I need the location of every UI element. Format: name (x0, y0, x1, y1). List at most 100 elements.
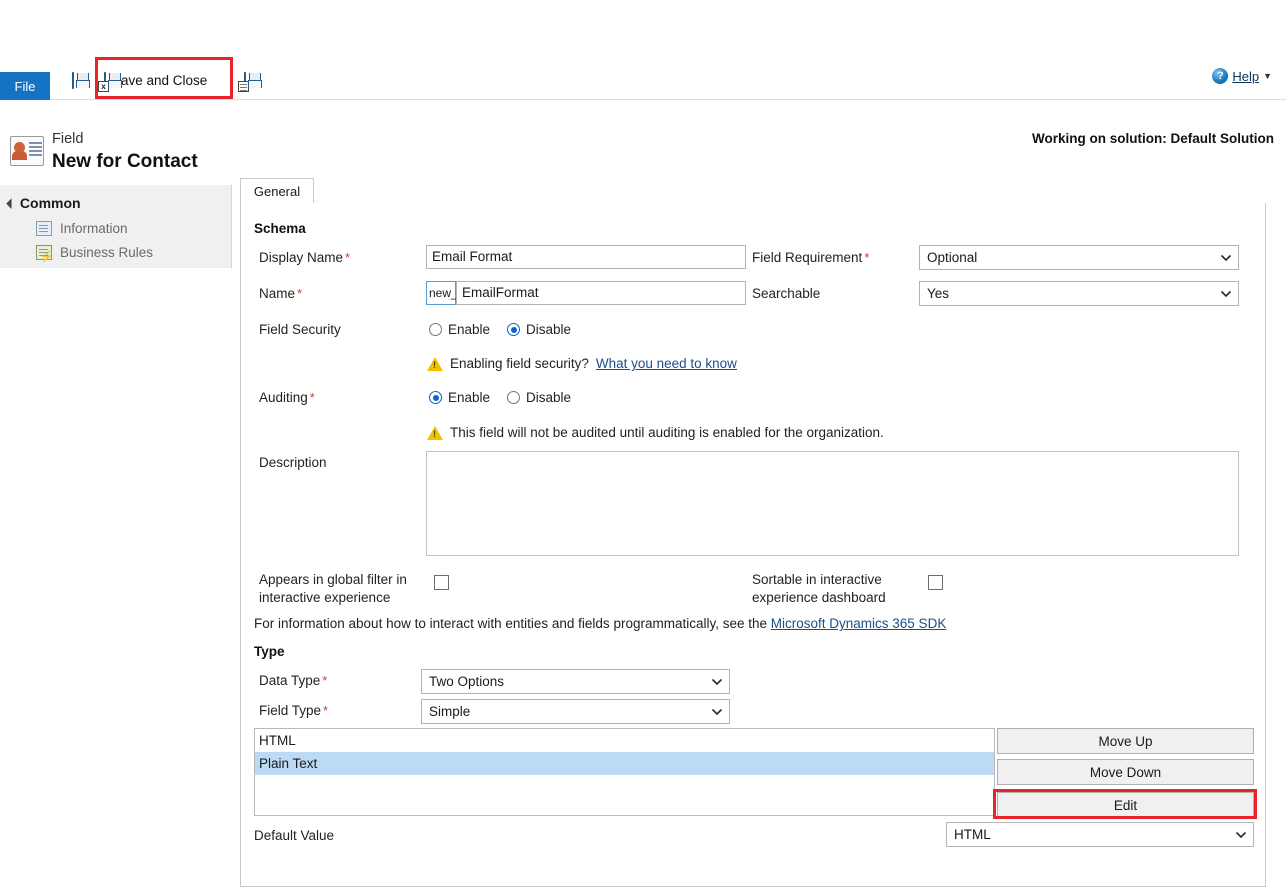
chevron-down-icon (711, 678, 723, 686)
tab-strip: General (240, 178, 1266, 204)
default-value-select[interactable]: HTML (946, 822, 1254, 847)
required-asterisk: * (323, 703, 329, 718)
field-security-warning: Enabling field security? What you need t… (427, 356, 737, 371)
ribbon-toolbar: File x Save and Close (0, 58, 1286, 100)
required-asterisk: * (309, 390, 315, 405)
auditing-enable-radio[interactable]: Enable (429, 390, 507, 405)
default-value-label: Default Value (254, 828, 335, 843)
sortable-checkbox[interactable] (928, 575, 943, 590)
radio-unselected-icon (507, 391, 520, 404)
save-as-new-icon (238, 71, 249, 92)
field-security-enable-radio[interactable]: Enable (429, 322, 507, 337)
save-and-close-button[interactable]: x Save and Close (98, 65, 217, 95)
tab-label: General (253, 184, 301, 199)
sdk-link[interactable]: Microsoft Dynamics 365 SDK (771, 616, 947, 631)
global-filter-checkbox[interactable] (434, 575, 449, 590)
sidebar-item-business-rules[interactable]: ⚡ Business Rules (36, 245, 154, 263)
file-tab-label: File (14, 78, 36, 94)
radio-label: Disable (526, 390, 572, 405)
auditing-label: Auditing * (259, 390, 315, 405)
radio-selected-icon (507, 323, 520, 336)
nav-group-common[interactable]: ◣ Common (5, 195, 81, 211)
move-down-button[interactable]: Move Down (997, 759, 1254, 785)
display-name-label: Display Name * (259, 250, 351, 265)
nav-group-label: Common (19, 195, 81, 211)
left-navigation: ◣ Common Information ⚡ Business Rules (0, 185, 232, 268)
chevron-down-icon (1220, 254, 1232, 262)
entity-kind-label: Field (52, 131, 84, 147)
help-label: Help (1232, 68, 1260, 84)
save-and-close-label: Save and Close (112, 72, 208, 88)
required-asterisk: * (322, 673, 328, 688)
searchable-value: Yes (927, 286, 950, 301)
list-item[interactable]: Plain Text (255, 752, 994, 775)
sidebar-item-label: Business Rules (60, 245, 154, 260)
default-value-value: HTML (954, 827, 991, 842)
display-name-input[interactable]: Email Format (426, 245, 746, 269)
radio-selected-icon (429, 391, 442, 404)
name-input[interactable]: EmailFormat (456, 281, 746, 305)
field-editor-page: File x Save and Close ? Help ▼ Field New (0, 0, 1286, 894)
data-type-select[interactable]: Two Options (421, 669, 730, 694)
data-type-value: Two Options (429, 674, 505, 689)
expand-arrow-icon: ◣ (5, 196, 18, 209)
schema-section-heading: Schema (254, 221, 306, 236)
field-type-select[interactable]: Simple (421, 699, 730, 724)
business-rules-icon: ⚡ (36, 245, 54, 263)
general-tab-panel: Schema Display Name * Email Format Field … (240, 203, 1266, 887)
field-security-disable-radio[interactable]: Disable (507, 322, 571, 337)
radio-unselected-icon (429, 323, 442, 336)
save-and-close-icon: x (98, 71, 109, 92)
chevron-down-icon (1220, 290, 1232, 298)
required-asterisk: * (864, 250, 870, 265)
field-requirement-label: Field Requirement * (752, 250, 870, 265)
chevron-down-icon (1235, 831, 1247, 839)
chevron-down-icon: ▼ (1263, 71, 1272, 81)
warning-icon (427, 425, 443, 440)
field-security-radio-group: Enable Disable (429, 322, 571, 337)
information-icon (36, 221, 52, 236)
save-icon (72, 71, 74, 89)
file-tab[interactable]: File (0, 72, 50, 100)
help-menu[interactable]: ? Help ▼ (1212, 68, 1272, 84)
description-textarea[interactable] (426, 451, 1239, 556)
data-type-label: Data Type * (259, 673, 328, 688)
auditing-warning-text: This field will not be audited until aud… (450, 425, 884, 440)
required-asterisk: * (345, 250, 351, 265)
warning-icon (427, 356, 443, 371)
auditing-disable-radio[interactable]: Disable (507, 390, 571, 405)
field-requirement-select[interactable]: Optional (919, 245, 1239, 270)
field-type-value: Simple (429, 704, 471, 719)
radio-label: Disable (526, 322, 572, 337)
auditing-warning: This field will not be audited until aud… (427, 425, 884, 440)
solution-context-label: Working on solution: Default Solution (1032, 131, 1274, 146)
move-up-button[interactable]: Move Up (997, 728, 1254, 754)
save-as-new-button[interactable] (238, 65, 250, 95)
field-entity-icon (10, 136, 44, 166)
radio-label: Enable (448, 322, 491, 337)
sortable-label: Sortable in interactive experience dashb… (752, 572, 886, 605)
radio-label: Enable (448, 390, 491, 405)
field-security-help-link[interactable]: What you need to know (596, 356, 737, 371)
required-asterisk: * (297, 286, 303, 301)
list-item[interactable]: HTML (255, 729, 994, 752)
sdk-info-text: For information about how to interact wi… (254, 616, 767, 631)
auditing-radio-group: Enable Disable (429, 390, 571, 405)
field-security-label: Field Security (259, 322, 341, 337)
searchable-select[interactable]: Yes (919, 281, 1239, 306)
chevron-down-icon (711, 708, 723, 716)
searchable-label: Searchable (752, 286, 821, 301)
edit-button[interactable]: Edit (997, 792, 1254, 818)
field-requirement-value: Optional (927, 250, 978, 265)
sidebar-item-information[interactable]: Information (36, 221, 128, 236)
options-listbox[interactable]: HTML Plain Text (254, 728, 995, 816)
page-title: New for Contact (52, 151, 198, 172)
field-type-label: Field Type * (259, 703, 329, 718)
save-button[interactable] (68, 65, 78, 95)
sdk-info-line: For information about how to interact wi… (254, 616, 946, 631)
type-section-heading: Type (254, 644, 285, 659)
tab-general[interactable]: General (240, 178, 314, 204)
name-prefix-input[interactable]: new_ (426, 281, 458, 305)
sidebar-item-label: Information (60, 221, 128, 236)
field-security-warning-text: Enabling field security? (450, 356, 589, 371)
